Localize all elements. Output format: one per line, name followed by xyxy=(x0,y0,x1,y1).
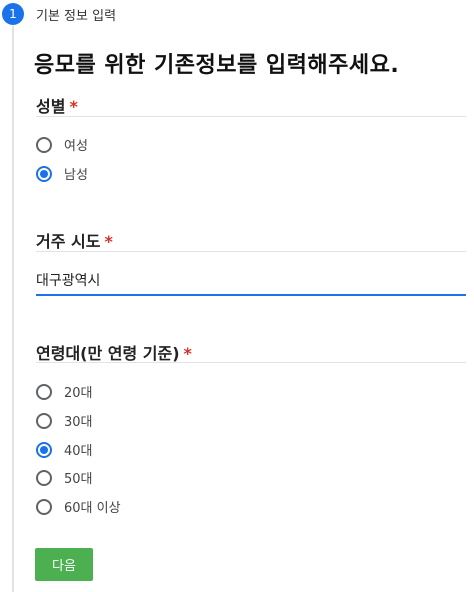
radio-label: 40대 xyxy=(64,444,93,459)
radio-label: 30대 xyxy=(64,415,93,430)
radio-age-50s[interactable]: 50대 xyxy=(36,468,93,487)
radio-circle-icon xyxy=(36,469,52,486)
divider xyxy=(36,251,466,252)
radio-label: 20대 xyxy=(64,386,93,401)
age-question-label: 연령대(만 연령 기준) * xyxy=(36,340,192,364)
city-input[interactable] xyxy=(36,266,466,296)
step-title: 기본 정보 입력 xyxy=(36,9,117,24)
radio-age-30s[interactable]: 30대 xyxy=(36,411,93,430)
radio-label: 여성 xyxy=(64,139,88,154)
gender-label-text: 성별 xyxy=(36,97,66,116)
radio-label: 남성 xyxy=(64,168,88,183)
required-asterisk: * xyxy=(104,232,113,251)
radio-gender-male[interactable]: 남성 xyxy=(36,164,88,183)
gender-question-label: 성별 * xyxy=(36,93,78,117)
radio-circle-icon xyxy=(36,383,52,400)
step-number-badge: 1 xyxy=(2,3,24,25)
radio-age-60s-plus[interactable]: 60대 이상 xyxy=(36,497,121,516)
radio-checked-icon xyxy=(36,165,52,182)
radio-label: 50대 xyxy=(64,472,93,487)
age-label-text: 연령대(만 연령 기준) xyxy=(36,344,180,363)
radio-age-40s[interactable]: 40대 xyxy=(36,440,93,459)
radio-gender-female[interactable]: 여성 xyxy=(36,135,88,154)
required-asterisk: * xyxy=(183,344,192,363)
divider xyxy=(36,116,466,117)
stepper-line xyxy=(12,26,14,592)
next-button[interactable]: 다음 xyxy=(35,548,93,581)
radio-label: 60대 이상 xyxy=(64,501,121,516)
page-headline: 응모를 위한 기존정보를 입력해주세요. xyxy=(34,53,400,78)
city-question-label: 거주 시도 * xyxy=(36,228,113,252)
city-label-text: 거주 시도 xyxy=(36,232,101,251)
required-asterisk: * xyxy=(69,97,78,116)
radio-age-20s[interactable]: 20대 xyxy=(36,382,93,401)
radio-circle-icon xyxy=(36,498,52,515)
divider xyxy=(36,362,466,363)
radio-circle-icon xyxy=(36,136,52,153)
radio-checked-icon xyxy=(36,441,52,458)
radio-circle-icon xyxy=(36,412,52,429)
